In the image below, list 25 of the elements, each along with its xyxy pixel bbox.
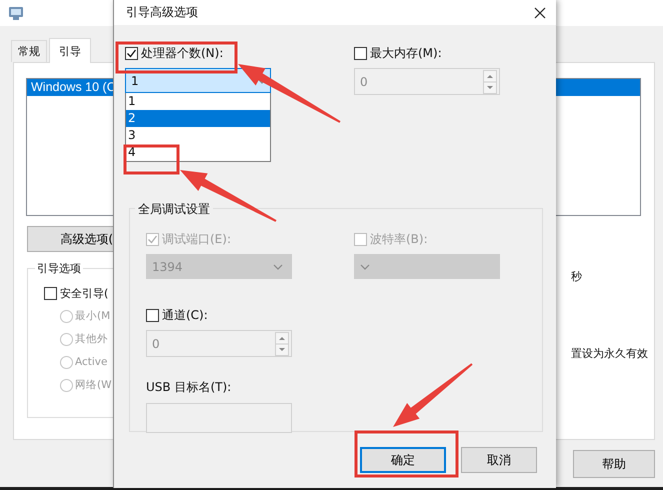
radio-label: 其他外	[75, 332, 108, 346]
help-button[interactable]: 帮助	[573, 450, 655, 478]
checkbox-label: 调试端口(E):	[162, 230, 231, 248]
checkbox-label: 置设为永久有效	[571, 346, 649, 361]
radio-label: 网络(W	[75, 378, 112, 392]
cancel-button[interactable]: 取消	[461, 447, 537, 473]
advanced-button[interactable]: 高级选项(	[27, 226, 114, 252]
radio-label: Active	[75, 356, 108, 368]
checkbox-label: 安全引导(	[60, 286, 108, 300]
dropdown-option[interactable]: 1	[126, 93, 270, 110]
window-title: 引导高级选项	[126, 4, 198, 21]
radio-label: 最小(M	[75, 309, 110, 323]
tab[interactable]: 常规	[11, 40, 47, 62]
checkbox-label: 通道(C):	[162, 306, 208, 324]
dropdown-option[interactable]: 3	[126, 127, 270, 144]
checkbox-label: 波特率(B):	[370, 230, 428, 248]
dropdown-option[interactable]: 2	[126, 110, 270, 127]
checkbox-label: 最大内存(M):	[370, 44, 442, 62]
dropdown-option[interactable]: 4	[126, 144, 270, 161]
group-title: 引导选项	[35, 261, 83, 276]
ok-button[interactable]: 确定	[360, 447, 446, 473]
field-label: USB 目标名(T):	[146, 379, 232, 396]
tab[interactable]: 引导	[49, 38, 91, 63]
checkbox-label: 处理器个数(N):	[141, 44, 224, 62]
unit-label: 秒	[571, 269, 583, 284]
